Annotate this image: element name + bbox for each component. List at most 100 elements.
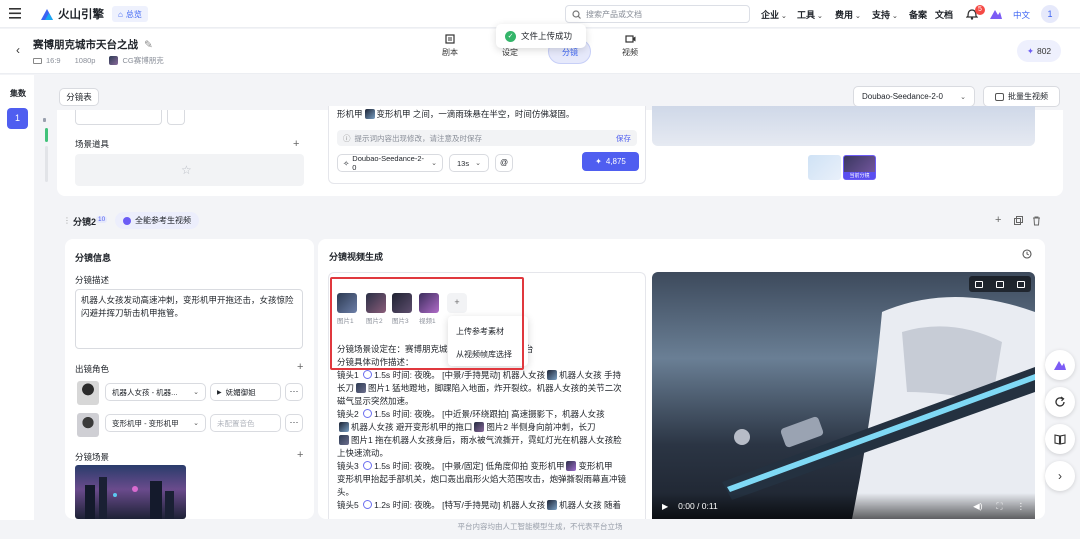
shot2-mode-chip[interactable]: 全能参考生视频 bbox=[115, 212, 199, 229]
menu-icon[interactable] bbox=[9, 8, 21, 19]
nav-tools[interactable]: 工具 ⌄ bbox=[797, 8, 823, 21]
model-icon: ✧ bbox=[343, 158, 350, 168]
step-settings-label: 设定 bbox=[502, 48, 518, 57]
nav-docs[interactable]: 文档 bbox=[935, 8, 953, 21]
fullscreen-icon[interactable]: ⛶ bbox=[997, 501, 1003, 512]
nav-billing[interactable]: 费用 ⌄ bbox=[835, 8, 861, 21]
nav-filing[interactable]: 备案 bbox=[909, 8, 927, 21]
duration-select[interactable]: 13s ⌄ bbox=[449, 154, 489, 172]
add-role-button[interactable]: + bbox=[297, 361, 303, 373]
copy-icon[interactable] bbox=[1014, 216, 1023, 225]
chevron-down-icon: ⌄ bbox=[892, 13, 898, 20]
shot1-video-preview[interactable] bbox=[652, 106, 1035, 146]
timeline-dot bbox=[43, 118, 46, 122]
shot1-model-value: Doubao-Seedance-2-0 bbox=[352, 154, 425, 172]
shot1-model-select[interactable]: ✧ Doubao-Seedance-2-0 ⌄ bbox=[337, 154, 443, 172]
episode-item-1[interactable]: 1 bbox=[7, 108, 28, 129]
role2-more-button[interactable]: ··· bbox=[285, 414, 303, 432]
credits-badge[interactable]: ✦ 802 bbox=[1017, 40, 1061, 62]
chevron-down-icon: ⌄ bbox=[431, 160, 437, 167]
expand-float-button[interactable]: › bbox=[1045, 461, 1075, 491]
ai-create-float-button[interactable] bbox=[1045, 350, 1075, 380]
episode-title: 集数 bbox=[10, 89, 26, 98]
gen-title: 分镜视频生成 bbox=[329, 252, 384, 262]
history-icon[interactable] bbox=[1022, 249, 1032, 259]
role1-select[interactable]: 机器人女孩 - 机器... ⌄ bbox=[105, 383, 206, 401]
batch-generate-button[interactable]: 批量生视频 bbox=[983, 86, 1060, 107]
home-button[interactable]: ⌂ 总览 bbox=[112, 6, 148, 22]
role-avatar-mecha bbox=[77, 413, 99, 437]
shot2-info-panel: 分镜信息 分镜描述 机器人女孩发动高速冲刺，变形机甲开拖还击，女孩惊险闪避并挥刀… bbox=[65, 239, 314, 519]
volcano-logo-icon bbox=[41, 9, 53, 20]
storyboard-tab[interactable]: 分镜表 bbox=[59, 88, 99, 106]
step-video[interactable]: 视频 bbox=[608, 34, 652, 58]
role-ref-icon bbox=[339, 422, 349, 432]
role-ref-icon bbox=[566, 461, 577, 471]
shot1-more-button[interactable] bbox=[167, 110, 185, 125]
screenshot-icon[interactable] bbox=[975, 280, 984, 288]
role1-voice[interactable]: ▶ 妩媚御姐 bbox=[210, 383, 281, 401]
clock-icon bbox=[363, 461, 373, 470]
highlight-box bbox=[330, 277, 524, 370]
refresh-float-button[interactable] bbox=[1045, 387, 1075, 417]
more-options-icon[interactable]: ⋮ bbox=[1017, 501, 1026, 512]
role-ref-icon bbox=[547, 370, 558, 380]
add-prop-button[interactable]: + bbox=[293, 138, 299, 150]
scene-props-label: 场景道具 bbox=[75, 139, 110, 149]
language-switch[interactable]: 中文 bbox=[1013, 9, 1030, 21]
mention-button[interactable]: @ bbox=[495, 154, 513, 172]
step-script-label: 剧本 bbox=[442, 48, 458, 57]
role1-name: 机器人女孩 - 机器... bbox=[112, 387, 178, 397]
prop-drop-area[interactable]: ☆ bbox=[75, 154, 304, 186]
model-select-value: Doubao-Seedance-2-0 bbox=[862, 92, 943, 101]
roles-label: 出镜角色 bbox=[75, 364, 110, 374]
add-scene-button[interactable]: + bbox=[297, 449, 303, 461]
generate-button[interactable]: ✦ 4,875 bbox=[582, 152, 639, 171]
shot2-info-title: 分镜信息 bbox=[75, 253, 112, 263]
desc-textarea[interactable]: 机器人女孩发动高速冲刺，变形机甲开拖还击，女孩惊险闪避并挥刀斩击机甲拖管。 bbox=[75, 289, 303, 349]
role1-voice-name: 妩媚御姐 bbox=[225, 387, 256, 397]
delete-icon[interactable] bbox=[1032, 216, 1041, 226]
nav-support[interactable]: 支持 ⌄ bbox=[872, 8, 898, 21]
aspect-ratio-icon bbox=[33, 57, 42, 64]
back-arrow-icon[interactable]: ‹ bbox=[16, 43, 20, 57]
guide-float-button[interactable] bbox=[1045, 424, 1075, 454]
volume-icon[interactable]: ◀) bbox=[973, 501, 982, 512]
subtitle-icon[interactable] bbox=[1016, 280, 1025, 288]
batch-button-label: 批量生视频 bbox=[1008, 92, 1048, 101]
shot1-output-thumb-2[interactable]: 当前分镜 bbox=[843, 155, 876, 180]
edit-icon[interactable]: ✎ bbox=[144, 39, 153, 51]
role2-select[interactable]: 变形机甲 - 变形机甲 ⌄ bbox=[105, 414, 206, 432]
brand-logo[interactable]: 火山引擎 bbox=[40, 6, 104, 22]
search-input[interactable]: 搜索产品或文档 bbox=[565, 5, 750, 23]
save-button[interactable]: 保存 bbox=[616, 133, 631, 144]
nav-enterprise[interactable]: 企业 ⌄ bbox=[761, 8, 787, 21]
project-title: 赛博朋克城市天台之战 ✎ bbox=[33, 37, 153, 52]
hint-text: 提示词内容出现修改，请注意及时保存 bbox=[354, 133, 483, 143]
role2-voice[interactable]: 未配置音色 bbox=[210, 414, 281, 432]
toast-text: 文件上传成功 bbox=[521, 31, 573, 41]
style-thumbnail bbox=[109, 56, 119, 65]
role-avatar-robot-girl bbox=[77, 381, 99, 405]
avatar[interactable]: 1 bbox=[1041, 5, 1059, 23]
step-script[interactable]: 剧本 bbox=[428, 34, 472, 58]
model-select[interactable]: Doubao-Seedance-2-0 ⌄ bbox=[853, 86, 975, 107]
search-placeholder: 搜索产品或文档 bbox=[586, 9, 642, 19]
shot1-role-select[interactable] bbox=[75, 110, 162, 125]
shot2-mode-label: 全能参考生视频 bbox=[135, 216, 191, 225]
ai-assistant-icon[interactable] bbox=[989, 8, 1003, 20]
video-controls: ▶ 0:00 / 0:11 ◀) ⛶ ⋮ bbox=[652, 493, 1035, 519]
shot1-output-thumb-1[interactable] bbox=[808, 155, 841, 180]
add-shot-button[interactable]: + bbox=[995, 214, 1001, 226]
video-player[interactable]: ▶ 0:00 / 0:11 ◀) ⛶ ⋮ bbox=[652, 272, 1035, 519]
role2-name: 变形机甲 - 变形机甲 bbox=[112, 418, 179, 428]
clock-icon bbox=[363, 409, 373, 418]
role1-more-button[interactable]: ··· bbox=[285, 383, 303, 401]
script-icon bbox=[428, 34, 472, 44]
scene-thumbnail[interactable] bbox=[75, 465, 186, 519]
timeline-marker-green bbox=[45, 128, 48, 142]
drag-handle-icon[interactable]: ⋮ bbox=[63, 216, 71, 225]
chevron-down-icon: ⌄ bbox=[817, 13, 823, 20]
compare-icon[interactable] bbox=[995, 280, 1004, 288]
play-icon[interactable]: ▶ bbox=[662, 502, 668, 511]
